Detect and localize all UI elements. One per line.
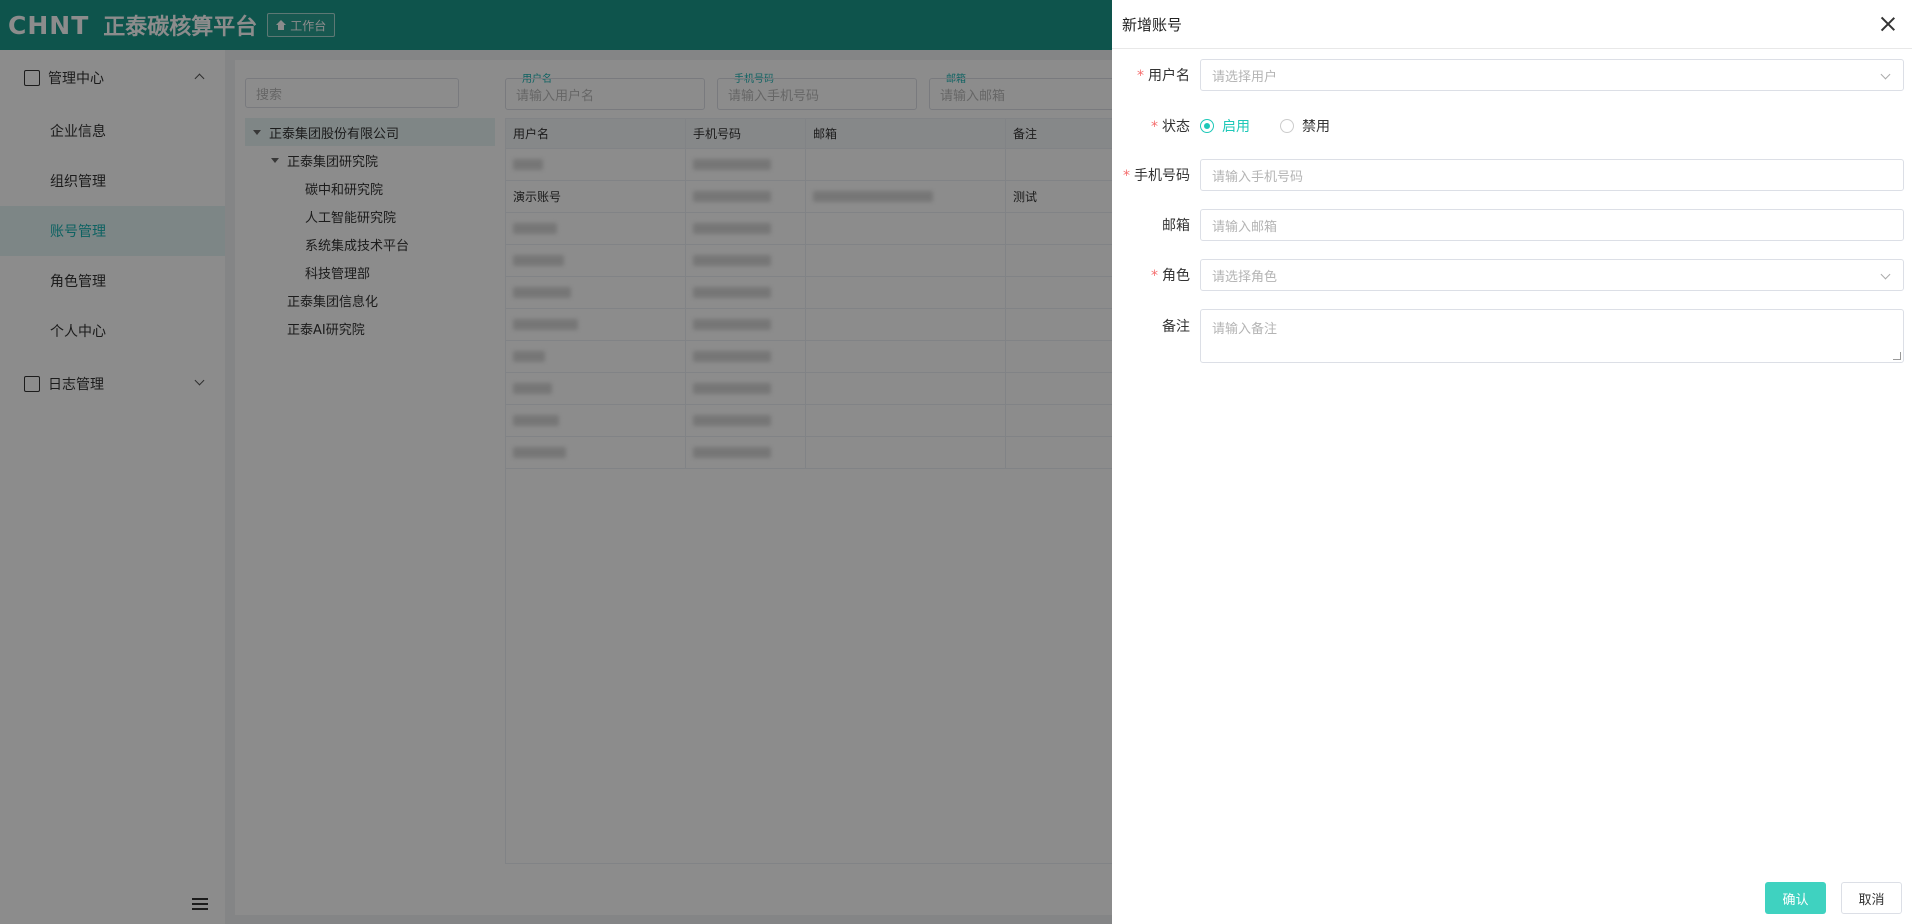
username-placeholder: 请选择用户 <box>1212 69 1278 85</box>
confirm-button[interactable]: 确认 <box>1765 882 1826 914</box>
radio-unchecked-icon <box>1280 119 1294 133</box>
email-label: 邮箱 <box>1162 218 1190 234</box>
username-select[interactable]: 请选择用户 <box>1200 59 1904 91</box>
username-label: * 用户名 <box>1137 68 1190 84</box>
role-select[interactable]: 请选择角色 <box>1200 259 1904 291</box>
radio-label: 禁用 <box>1302 119 1330 135</box>
status-label: * 状态 <box>1151 119 1190 135</box>
form-row-remark: 备注 请输入备注 <box>1112 309 1912 363</box>
form-row-username: * 用户名 请选择用户 <box>1112 59 1912 91</box>
form-row-status: * 状态 启用 禁用 <box>1112 114 1912 138</box>
drawer-header: 新增账号 <box>1112 0 1912 49</box>
status-radio-disabled[interactable]: 禁用 <box>1280 116 1330 136</box>
form-row-email: 邮箱 请输入邮箱 <box>1112 209 1912 241</box>
status-radio-enabled[interactable]: 启用 <box>1200 116 1250 136</box>
form-row-role: * 角色 请选择角色 <box>1112 259 1912 291</box>
chevron-down-icon <box>1880 69 1891 80</box>
resize-grip-icon[interactable] <box>1893 352 1901 360</box>
drawer-title: 新增账号 <box>1122 15 1183 34</box>
email-input[interactable]: 请输入邮箱 <box>1200 209 1904 241</box>
form-row-phone: * 手机号码 请输入手机号码 <box>1112 159 1912 191</box>
close-icon[interactable] <box>1880 16 1896 32</box>
phone-label: * 手机号码 <box>1123 168 1190 184</box>
remark-textarea[interactable]: 请输入备注 <box>1200 309 1904 363</box>
chevron-down-icon <box>1880 269 1891 280</box>
radio-checked-icon <box>1200 119 1214 133</box>
add-account-drawer: 新增账号 * 用户名 请选择用户 * 状态 启用 禁用 * 手机号码 请输入手机号码 … <box>1112 0 1912 924</box>
status-radio-group: 启用 禁用 <box>1200 116 1330 136</box>
radio-label: 启用 <box>1222 119 1250 135</box>
phone-input[interactable]: 请输入手机号码 <box>1200 159 1904 191</box>
remark-label: 备注 <box>1162 319 1190 335</box>
role-placeholder: 请选择角色 <box>1212 269 1278 285</box>
remark-placeholder: 请输入备注 <box>1212 322 1278 337</box>
role-label: * 角色 <box>1151 268 1190 284</box>
cancel-button[interactable]: 取消 <box>1841 882 1902 914</box>
